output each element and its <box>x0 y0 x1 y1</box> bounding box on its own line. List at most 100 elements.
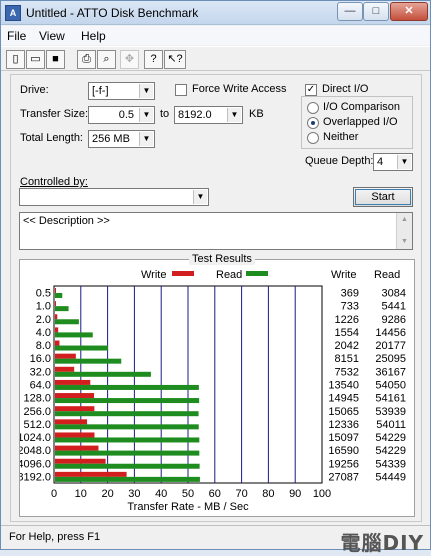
write-column-header: Write <box>331 269 356 281</box>
status-text: For Help, press F1 <box>9 531 101 543</box>
total-length-label: Total Length: <box>20 132 83 144</box>
x-axis-label: Transfer Rate - MB / Sec <box>127 501 249 513</box>
minimize-button[interactable]: — <box>337 2 363 21</box>
print-preview-icon[interactable]: ⌕ <box>97 50 116 69</box>
direct-io-checkbox[interactable]: ✓ <box>305 84 317 96</box>
write-bar <box>55 314 58 320</box>
write-value: 19256 <box>328 458 359 470</box>
force-write-access-checkbox[interactable] <box>175 84 187 96</box>
new-file-icon[interactable]: ▯ <box>6 50 25 69</box>
queue-depth-select[interactable]: 4 ▼ <box>373 153 413 171</box>
description-scrollbar[interactable]: ▲ ▼ <box>396 213 412 249</box>
save-icon[interactable]: ■ <box>46 50 65 69</box>
y-tick-label: 512.0 <box>23 419 51 431</box>
read-bar <box>55 371 151 377</box>
queue-depth-value: 4 <box>377 156 384 168</box>
read-bar <box>55 476 200 482</box>
about-icon[interactable]: ? <box>144 50 163 69</box>
write-value: 1226 <box>335 314 359 326</box>
legend-write-label: Write <box>141 269 166 281</box>
io-comparison-label: I/O Comparison <box>323 101 401 113</box>
test-results-group: Test Results Write Read Write Read 0 10 20 30 40… <box>19 253 415 517</box>
y-tick-label: 0.5 <box>36 288 51 300</box>
y-tick-label: 1.0 <box>36 301 51 313</box>
menu-view[interactable]: View <box>39 29 65 43</box>
start-button[interactable]: Start <box>353 187 413 207</box>
read-value: 36167 <box>375 366 406 378</box>
transfer-size-to-value: 8192.0 <box>178 109 212 121</box>
total-length-value: 256 MB <box>92 133 130 145</box>
context-help-icon[interactable]: ↖? <box>164 50 186 69</box>
chevron-down-icon: ▼ <box>139 108 153 122</box>
y-tick-label: 4.0 <box>36 327 51 339</box>
write-value: 15097 <box>328 432 359 444</box>
window-title: Untitled - ATTO Disk Benchmark <box>26 6 199 20</box>
maximize-button[interactable]: □ <box>363 2 389 21</box>
neither-radio[interactable] <box>307 132 319 144</box>
controlled-by-select[interactable]: ▼ <box>19 188 209 206</box>
y-tick-label: 1024.0 <box>20 432 51 444</box>
read-bar <box>55 437 200 443</box>
transfer-size-to-select[interactable]: 8192.0 ▼ <box>174 106 243 124</box>
write-bar <box>55 379 91 385</box>
read-bar <box>55 450 200 456</box>
write-bar <box>55 340 60 346</box>
description-text: << Description >> <box>23 215 110 227</box>
y-tick-label: 2.0 <box>36 314 51 326</box>
write-value: 369 <box>341 288 359 300</box>
y-tick-label: 2048.0 <box>20 445 51 457</box>
write-value: 15065 <box>328 406 359 418</box>
write-value: 8151 <box>335 353 359 365</box>
overlapped-io-radio[interactable] <box>307 117 319 129</box>
x-tick-label: 40 <box>155 488 167 500</box>
y-tick-label: 8.0 <box>36 340 51 352</box>
direct-io-label: Direct I/O <box>322 83 369 95</box>
read-bar <box>55 358 122 364</box>
y-tick-label: 256.0 <box>23 406 51 418</box>
read-bar <box>55 398 200 404</box>
y-tick-label: 4096.0 <box>20 458 51 470</box>
read-bar <box>55 411 199 417</box>
read-bar <box>55 424 199 430</box>
write-value: 16590 <box>328 445 359 457</box>
legend-read-swatch <box>246 271 268 276</box>
legend-write-swatch <box>172 271 194 276</box>
read-value: 54050 <box>375 380 406 392</box>
drive-value: [-f-] <box>92 85 109 97</box>
close-button[interactable]: ✕ <box>390 2 428 21</box>
y-tick-label: 32.0 <box>30 366 51 378</box>
overlapped-io-label: Overlapped I/O <box>323 116 398 128</box>
write-bar <box>55 353 76 359</box>
write-value: 12336 <box>328 419 359 431</box>
read-value: 9286 <box>382 314 406 326</box>
menu-help[interactable]: Help <box>81 29 106 43</box>
chevron-down-icon: ▼ <box>397 155 411 169</box>
write-bar <box>55 327 59 333</box>
read-value: 54339 <box>375 458 406 470</box>
x-tick-label: 0 <box>51 488 57 500</box>
write-value: 14945 <box>328 393 359 405</box>
move-icon[interactable]: ✥ <box>120 50 139 69</box>
write-bar <box>55 301 56 307</box>
title-bar[interactable]: A Untitled - ATTO Disk Benchmark — □ ✕ <box>1 1 430 25</box>
y-tick-label: 64.0 <box>30 380 51 392</box>
drive-select[interactable]: [-f-] ▼ <box>88 82 155 100</box>
menu-file[interactable]: File <box>7 29 26 43</box>
description-box[interactable]: << Description >> ▲ ▼ <box>19 212 413 250</box>
x-tick-label: 60 <box>209 488 221 500</box>
io-comparison-radio[interactable] <box>307 102 319 114</box>
x-tick-label: 30 <box>128 488 140 500</box>
read-value: 54449 <box>375 471 406 483</box>
chevron-down-icon: ▼ <box>193 190 207 204</box>
read-bar <box>55 332 93 338</box>
write-bar <box>55 393 95 399</box>
transfer-size-from-select[interactable]: 0.5 ▼ <box>88 106 155 124</box>
write-value: 7532 <box>335 366 359 378</box>
legend-read-label: Read <box>216 269 242 281</box>
total-length-select[interactable]: 256 MB ▼ <box>88 130 155 148</box>
read-bar <box>55 306 69 312</box>
status-bar: For Help, press F1 電腦DIY <box>1 525 430 555</box>
open-folder-icon[interactable]: ▭ <box>26 50 45 69</box>
print-icon[interactable]: ⎙ <box>77 50 96 69</box>
read-bar <box>55 319 79 325</box>
